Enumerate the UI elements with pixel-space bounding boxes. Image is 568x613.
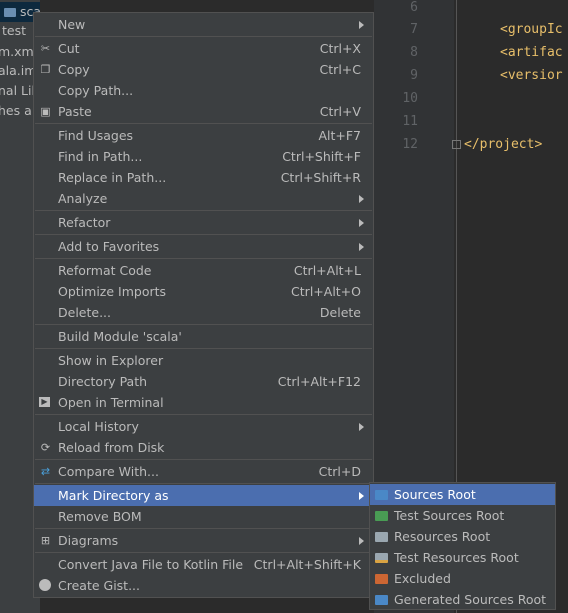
folder-icon [4,8,16,17]
submenu-arrow-icon [359,492,364,500]
tree-item-scratches[interactable]: hes a [0,101,32,121]
submenu-item-sources-root[interactable]: Sources Root [370,484,555,505]
menu-item-find-in-path[interactable]: Find in Path... Ctrl+Shift+F [34,146,373,167]
code-line: <versior [500,68,563,83]
test-resources-folder-icon [375,553,388,563]
menu-item-refactor[interactable]: Refactor [34,212,373,233]
menu-item-diagrams[interactable]: ⊞ Diagrams [34,530,373,551]
sources-folder-icon [375,490,388,500]
menu-separator [35,123,372,124]
submenu-item-test-resources-root[interactable]: Test Resources Root [370,547,555,568]
menu-item-show-in-explorer[interactable]: Show in Explorer [34,350,373,371]
menu-item-new[interactable]: New [34,14,373,35]
menu-item-reformat-code[interactable]: Reformat Code Ctrl+Alt+L [34,260,373,281]
menu-separator [35,210,372,211]
github-icon [39,579,51,591]
menu-separator [35,459,372,460]
code-line: <artifac [500,45,563,60]
code-line: </project> [464,137,543,152]
menu-item-analyze[interactable]: Analyze [34,188,373,209]
line-number: 11 [402,114,418,129]
submenu-arrow-icon [359,243,364,251]
menu-item-reload-from-disk[interactable]: ⟳ Reload from Disk [34,437,373,458]
line-number: 9 [410,68,418,83]
line-number: 6 [410,0,418,15]
menu-separator [35,234,372,235]
line-number: 10 [402,91,418,106]
diagram-icon: ⊞ [40,534,51,547]
menu-separator [35,36,372,37]
submenu-arrow-icon [359,195,364,203]
menu-separator [35,348,372,349]
menu-item-create-gist[interactable]: Create Gist... [34,575,373,596]
context-menu: New ✂ Cut Ctrl+X ❐ Copy Ctrl+C Copy Path… [33,12,374,598]
menu-item-build-module[interactable]: Build Module 'scala' [34,326,373,347]
mark-directory-submenu: Sources Root Test Sources Root Resources… [369,482,556,610]
submenu-item-resources-root[interactable]: Resources Root [370,526,555,547]
resources-folder-icon [375,532,388,542]
fold-marker-icon[interactable] [452,140,461,149]
line-number: 7 [410,22,418,37]
menu-item-local-history[interactable]: Local History [34,416,373,437]
submenu-item-excluded[interactable]: Excluded [370,568,555,589]
reload-icon: ⟳ [40,441,51,454]
menu-item-copy[interactable]: ❐ Copy Ctrl+C [34,59,373,80]
menu-item-delete[interactable]: Delete... Delete [34,302,373,323]
test-sources-folder-icon [375,511,388,521]
menu-item-optimize-imports[interactable]: Optimize Imports Ctrl+Alt+O [34,281,373,302]
menu-item-paste[interactable]: ▣ Paste Ctrl+V [34,101,373,122]
clipboard-icon: ▣ [40,105,51,118]
submenu-arrow-icon [359,219,364,227]
tree-item-test[interactable]: test [2,21,26,41]
tree-item-pom[interactable]: m.xml [0,42,37,62]
code-line: <groupIc [500,22,563,37]
menu-item-replace-in-path[interactable]: Replace in Path... Ctrl+Shift+R [34,167,373,188]
menu-separator [35,552,372,553]
terminal-icon: ▶ [39,397,50,407]
menu-separator [35,414,372,415]
menu-item-copy-path[interactable]: Copy Path... [34,80,373,101]
compare-arrows-icon: ⇄ [40,465,51,478]
menu-item-add-to-favorites[interactable]: Add to Favorites [34,236,373,257]
excluded-folder-icon [375,574,388,584]
menu-separator [35,528,372,529]
menu-separator [35,483,372,484]
submenu-item-test-sources-root[interactable]: Test Sources Root [370,505,555,526]
submenu-arrow-icon [359,537,364,545]
menu-item-directory-path[interactable]: Directory Path Ctrl+Alt+F12 [34,371,373,392]
generated-sources-folder-icon [375,595,388,605]
line-number: 8 [410,45,418,60]
menu-item-compare-with[interactable]: ⇄ Compare With... Ctrl+D [34,461,373,482]
menu-item-convert-java-to-kotlin[interactable]: Convert Java File to Kotlin File Ctrl+Al… [34,554,373,575]
line-number: 12 [402,137,418,152]
menu-item-mark-directory-as[interactable]: Mark Directory as [34,485,373,506]
menu-item-find-usages[interactable]: Find Usages Alt+F7 [34,125,373,146]
menu-item-open-in-terminal[interactable]: ▶ Open in Terminal [34,392,373,413]
scissors-icon: ✂ [40,42,51,55]
menu-separator [35,324,372,325]
copy-icon: ❐ [40,63,51,76]
menu-separator [35,258,372,259]
submenu-arrow-icon [359,423,364,431]
submenu-item-generated-sources-root[interactable]: Generated Sources Root [370,589,555,610]
menu-item-cut[interactable]: ✂ Cut Ctrl+X [34,38,373,59]
submenu-arrow-icon [359,21,364,29]
menu-item-remove-bom[interactable]: Remove BOM [34,506,373,527]
